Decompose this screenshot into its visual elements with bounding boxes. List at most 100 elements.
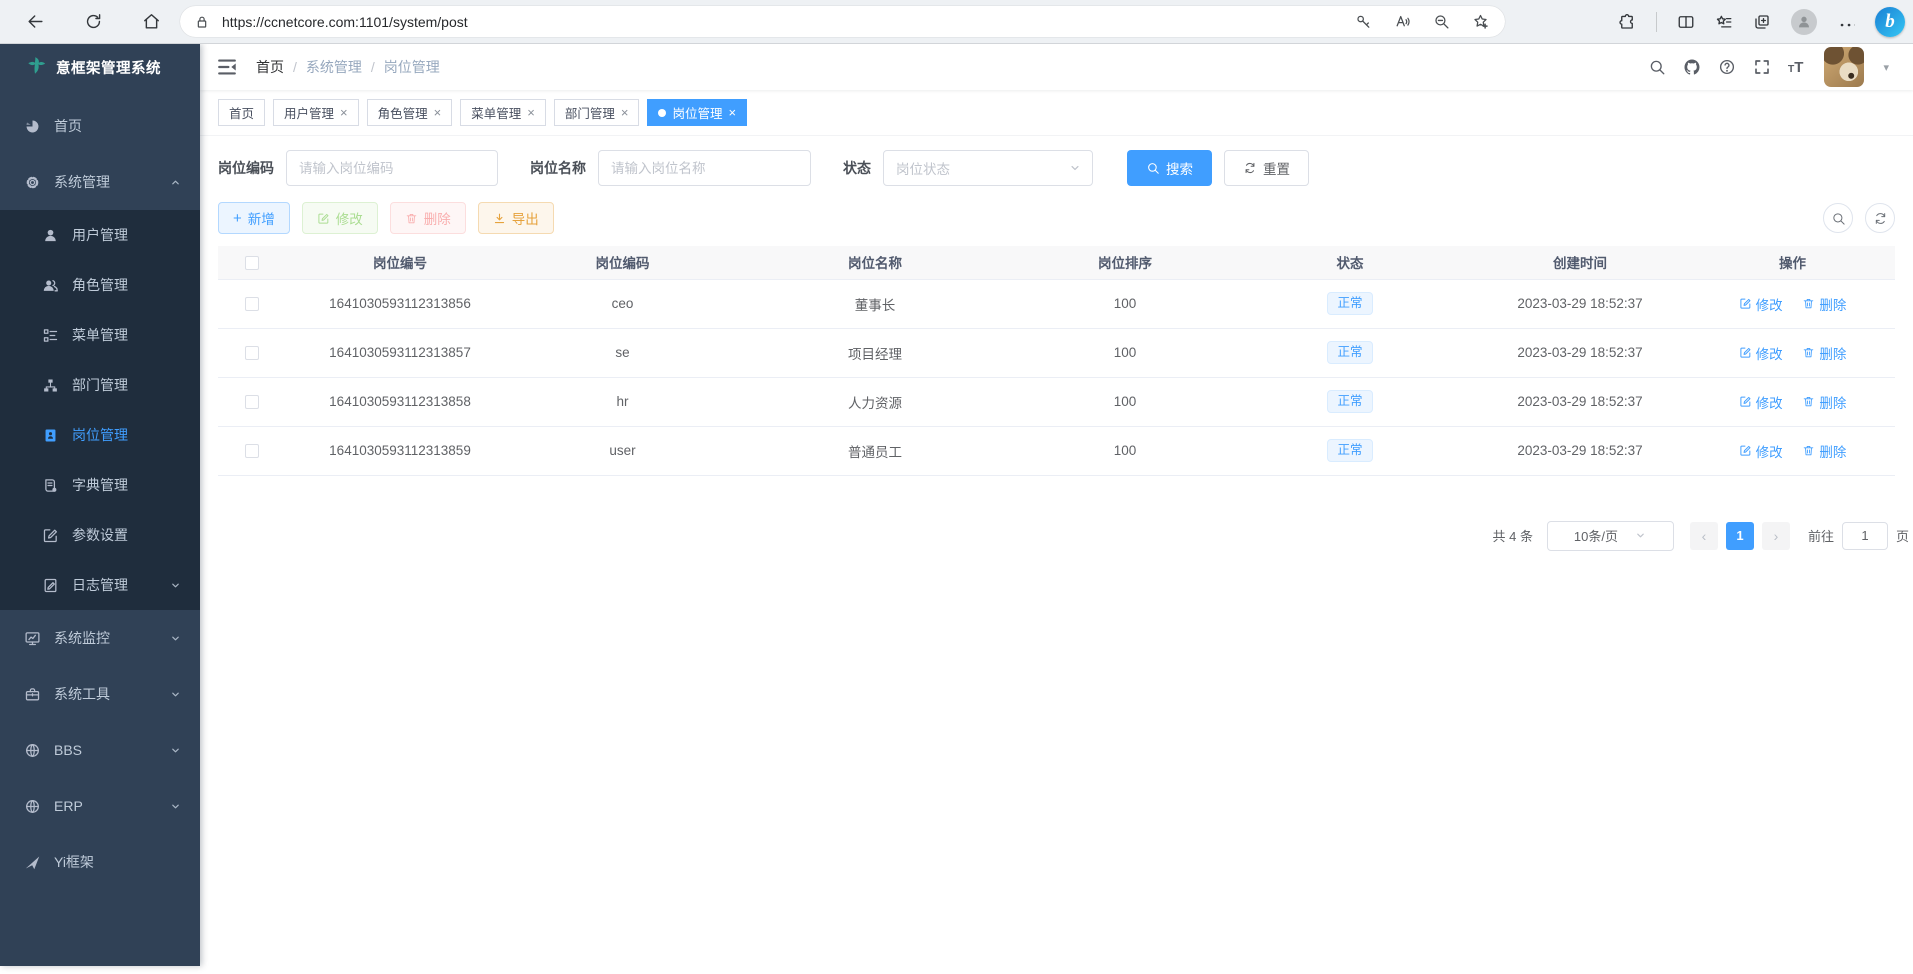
sidebar-item-log-management[interactable]: 日志管理 [0, 560, 200, 610]
font-size-icon[interactable]: TT [1788, 59, 1804, 76]
refresh-icon [1873, 211, 1888, 226]
page-number-button[interactable]: 1 [1726, 522, 1754, 550]
sidebar-item-post-management[interactable]: 岗位管理 [0, 410, 200, 460]
user-avatar[interactable] [1824, 47, 1864, 87]
sidebar-item-department-management[interactable]: 部门管理 [0, 360, 200, 410]
sidebar-item-role-management[interactable]: 角色管理 [0, 260, 200, 310]
sidebar-item-label: 系统管理 [54, 172, 110, 192]
sidebar-item-system-monitor[interactable]: 系统监控 [0, 610, 200, 666]
goto-page-input[interactable] [1842, 522, 1888, 550]
lock-icon[interactable] [194, 14, 210, 30]
export-button[interactable]: 导出 [478, 202, 554, 234]
add-button[interactable]: + 新增 [218, 202, 290, 234]
add-favorite-icon[interactable] [1472, 13, 1489, 30]
edit-button[interactable]: 修改 [302, 202, 378, 234]
tags-view-bar: 首页 用户管理 × 角色管理 × 菜单管理 × 部门管理 × 岗位管理 × [200, 90, 1913, 136]
row-checkbox[interactable] [245, 297, 259, 311]
tab-role-management[interactable]: 角色管理 × [367, 99, 453, 126]
avatar-caret-icon[interactable]: ▾ [1883, 61, 1889, 74]
post-code-input[interactable] [286, 150, 498, 186]
edit-icon [1739, 444, 1752, 457]
page-size-select[interactable]: 10条/页 [1547, 521, 1674, 551]
row-delete-link[interactable]: 删除 [1802, 294, 1846, 314]
search-button[interactable]: 搜索 [1127, 150, 1212, 186]
sidebar-item-parameter-settings[interactable]: 参数设置 [0, 510, 200, 560]
tab-close-icon[interactable]: × [728, 106, 736, 119]
address-bar[interactable]: https://ccnetcore.com:1101/system/post [180, 6, 1505, 37]
sidebar-item-label: Yi框架 [54, 852, 94, 872]
row-delete-link[interactable]: 删除 [1802, 441, 1846, 461]
zoom-out-icon[interactable] [1433, 13, 1450, 30]
row-checkbox[interactable] [245, 395, 259, 409]
favorites-bar-icon[interactable] [1715, 13, 1733, 31]
edit-square-icon [42, 527, 59, 544]
sidebar-item-system-management[interactable]: 系统管理 [0, 154, 200, 210]
sidebar-item-bbs[interactable]: BBS [0, 722, 200, 778]
sidebar-item-home[interactable]: 首页 [0, 98, 200, 154]
refresh-table-button[interactable] [1865, 203, 1895, 233]
collections-icon[interactable] [1753, 13, 1771, 31]
row-delete-link[interactable]: 删除 [1802, 343, 1846, 363]
browser-more-icon[interactable] [1837, 13, 1855, 31]
row-edit-link[interactable]: 修改 [1739, 392, 1783, 412]
row-delete-link[interactable]: 删除 [1802, 392, 1846, 412]
password-key-icon[interactable] [1355, 13, 1372, 30]
row-edit-link[interactable]: 修改 [1739, 343, 1783, 363]
column-post-code: 岗位编码 [515, 246, 730, 279]
tab-home[interactable]: 首页 [218, 99, 265, 126]
select-all-checkbox[interactable] [245, 256, 259, 270]
column-post-name: 岗位名称 [730, 246, 1020, 279]
tab-user-management[interactable]: 用户管理 × [273, 99, 359, 126]
sidebar-item-label: 日志管理 [72, 575, 128, 595]
post-name-input[interactable] [598, 150, 811, 186]
row-checkbox[interactable] [245, 346, 259, 360]
show-search-toggle-button[interactable] [1823, 203, 1853, 233]
row-checkbox[interactable] [245, 444, 259, 458]
split-screen-icon[interactable] [1677, 13, 1695, 31]
sidebar-item-erp[interactable]: ERP [0, 778, 200, 834]
browser-back-button[interactable] [18, 5, 52, 39]
tab-label: 菜单管理 [471, 103, 521, 122]
github-icon[interactable] [1683, 58, 1701, 76]
tab-post-management[interactable]: 岗位管理 × [647, 99, 747, 126]
header-search-icon[interactable] [1648, 58, 1666, 76]
extensions-icon[interactable] [1618, 13, 1636, 31]
tab-close-icon[interactable]: × [434, 106, 442, 119]
tab-department-management[interactable]: 部门管理 × [554, 99, 640, 126]
reset-button[interactable]: 重置 [1224, 150, 1309, 186]
tab-close-icon[interactable]: × [621, 106, 629, 119]
row-edit-link[interactable]: 修改 [1739, 441, 1783, 461]
sidebar-item-system-tools[interactable]: 系统工具 [0, 666, 200, 722]
bing-chat-icon[interactable]: b [1875, 7, 1905, 37]
sidebar-item-yi-framework[interactable]: Yi框架 [0, 834, 200, 890]
prev-page-button[interactable]: ‹ [1690, 522, 1718, 550]
url-text[interactable]: https://ccnetcore.com:1101/system/post [222, 14, 1355, 30]
tab-close-icon[interactable]: × [527, 106, 535, 119]
table-row: 1641030593112313856 ceo 董事长 100 正常 2023-… [218, 279, 1895, 328]
toolbar-divider [1656, 12, 1657, 32]
tab-label: 岗位管理 [672, 103, 722, 122]
sidebar-item-dictionary-management[interactable]: 字典管理 [0, 460, 200, 510]
delete-button[interactable]: 删除 [390, 202, 466, 234]
user-icon [42, 227, 59, 244]
sidebar-collapse-icon[interactable] [216, 56, 238, 78]
breadcrumb-system: 系统管理 [306, 57, 362, 77]
edit-icon [1739, 346, 1752, 359]
fullscreen-icon[interactable] [1753, 58, 1771, 76]
browser-home-button[interactable] [134, 5, 168, 39]
chevron-down-icon [169, 744, 182, 757]
browser-refresh-button[interactable] [76, 5, 110, 39]
breadcrumb-home[interactable]: 首页 [256, 57, 284, 77]
next-page-button[interactable]: › [1762, 522, 1790, 550]
sidebar-item-label: 系统监控 [54, 628, 110, 648]
browser-profile-icon[interactable] [1791, 9, 1817, 35]
status-badge: 正常 [1327, 390, 1372, 414]
tab-menu-management[interactable]: 菜单管理 × [460, 99, 546, 126]
sidebar-item-menu-management[interactable]: 菜单管理 [0, 310, 200, 360]
sidebar-item-user-management[interactable]: 用户管理 [0, 210, 200, 260]
help-icon[interactable] [1718, 58, 1736, 76]
tab-close-icon[interactable]: × [340, 106, 348, 119]
row-edit-link[interactable]: 修改 [1739, 294, 1783, 314]
read-aloud-icon[interactable] [1394, 13, 1411, 30]
status-select[interactable]: 岗位状态 [883, 150, 1093, 186]
